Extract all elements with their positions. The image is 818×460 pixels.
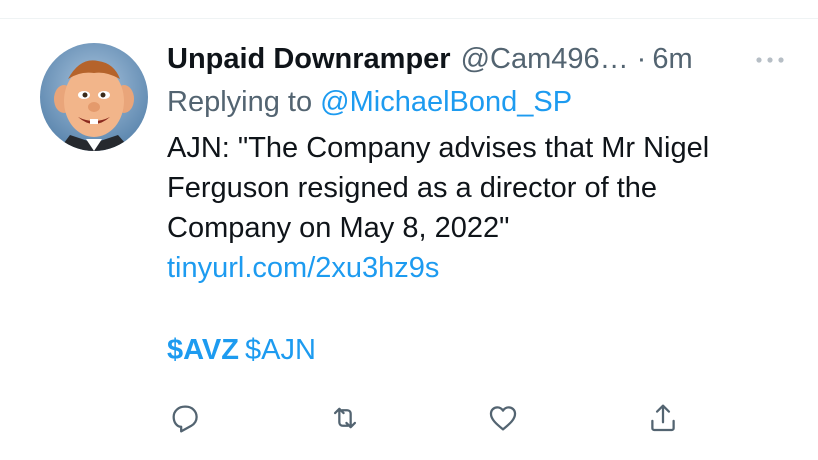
tweet-body: AJN: "The Company advises that Mr Nigel … [167, 132, 710, 244]
timestamp[interactable]: 6m [652, 38, 692, 80]
cashtag-ajn-link[interactable]: $AJN [245, 334, 316, 366]
separator-dot: · [636, 43, 647, 75]
more-options-button[interactable] [748, 44, 792, 76]
reply-icon [172, 405, 198, 433]
tweet-header: Unpaid Downramper @Cam496… · 6m [167, 38, 787, 80]
replying-prefix: Replying to [167, 86, 313, 118]
share-icon [651, 404, 675, 432]
tweet-url-link[interactable]: tinyurl.com/2xu3hz9s [167, 248, 787, 288]
more-horizontal-icon [756, 57, 784, 63]
share-button[interactable] [643, 398, 683, 438]
avatar[interactable] [40, 43, 148, 151]
author-handle[interactable]: @Cam496… [461, 38, 629, 80]
reply-button[interactable] [165, 398, 205, 438]
avatar-image [40, 43, 148, 151]
tweet-card[interactable]: Unpaid Downramper @Cam496… · 6m Replying… [0, 0, 818, 460]
retweet-icon [333, 407, 357, 429]
divider [0, 18, 818, 19]
replying-mention-link[interactable]: @MichaelBond_SP [320, 86, 572, 118]
replying-to: Replying to @MichaelBond_SP [167, 80, 787, 124]
tweet-actions [165, 398, 685, 438]
heart-icon [489, 406, 517, 431]
author-display-name[interactable]: Unpaid Downramper [167, 38, 451, 80]
like-button[interactable] [483, 398, 523, 438]
tweet-content: Unpaid Downramper @Cam496… · 6m Replying… [167, 38, 787, 372]
cashtags: $AVZ $AJN [167, 328, 787, 372]
cashtag-avz-link[interactable]: $AVZ [167, 334, 239, 366]
retweet-button[interactable] [325, 398, 365, 438]
